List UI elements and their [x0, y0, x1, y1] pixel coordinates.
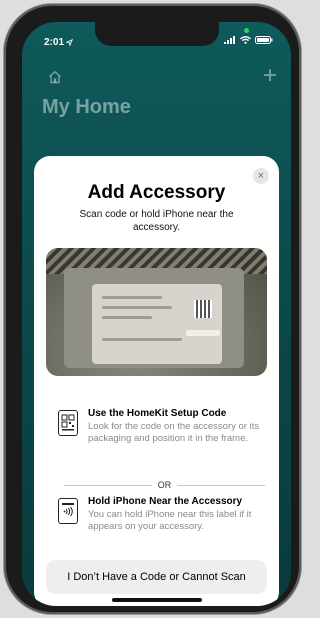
phone-frame: 2:01 + My Home × Add Accessory Scan code… [4, 4, 301, 614]
option-setup-code-description: Look for the code on the accessory or it… [88, 421, 260, 444]
notch [95, 22, 219, 46]
option-nfc-title: Hold iPhone Near the Accessory [88, 496, 243, 507]
option-nfc-description: You can hold iPhone near this label if i… [88, 509, 252, 532]
camera-label-line [186, 330, 220, 336]
sheet-subtitle: Scan code or hold iPhone near the access… [79, 209, 234, 233]
status-time: 2:01 [44, 37, 74, 48]
cellular-signal-icon [224, 36, 235, 44]
option-setup-code: Use the HomeKit Setup Code Look for the … [58, 408, 265, 460]
divider-line-right [177, 484, 265, 486]
qr-code-icon [58, 410, 78, 436]
status-time-text: 2:01 [44, 37, 65, 48]
camera-label-line [102, 338, 182, 341]
option-setup-code-title: Use the HomeKit Setup Code [88, 408, 227, 419]
wifi-icon [240, 36, 251, 44]
plus-icon[interactable]: + [263, 64, 277, 88]
battery-icon [255, 36, 273, 44]
divider-text: OR [157, 480, 172, 490]
status-icons [224, 36, 273, 44]
or-divider: OR [64, 480, 265, 490]
home-indicator[interactable] [112, 598, 202, 602]
camera-label-line [102, 306, 172, 309]
sheet-title: Add Accessory [87, 182, 226, 203]
divider-line-left [64, 484, 152, 486]
page-title: My Home [42, 96, 131, 118]
screen: 2:01 + My Home × Add Accessory Scan code… [22, 22, 291, 606]
camera-label-line [102, 296, 162, 299]
camera-viewfinder[interactable] [46, 248, 267, 376]
house-icon[interactable] [48, 70, 62, 84]
location-arrow-icon [66, 39, 74, 46]
camera-qr-code [194, 300, 212, 318]
nfc-tag-icon [58, 498, 78, 524]
camera-indicator-dot [244, 28, 249, 33]
option-nfc: Hold iPhone Near the Accessory You can h… [58, 496, 265, 540]
no-code-button[interactable]: I Don’t Have a Code or Cannot Scan [46, 560, 267, 594]
camera-label-line [102, 316, 152, 319]
add-accessory-sheet: × Add Accessory Scan code or hold iPhone… [34, 156, 279, 606]
